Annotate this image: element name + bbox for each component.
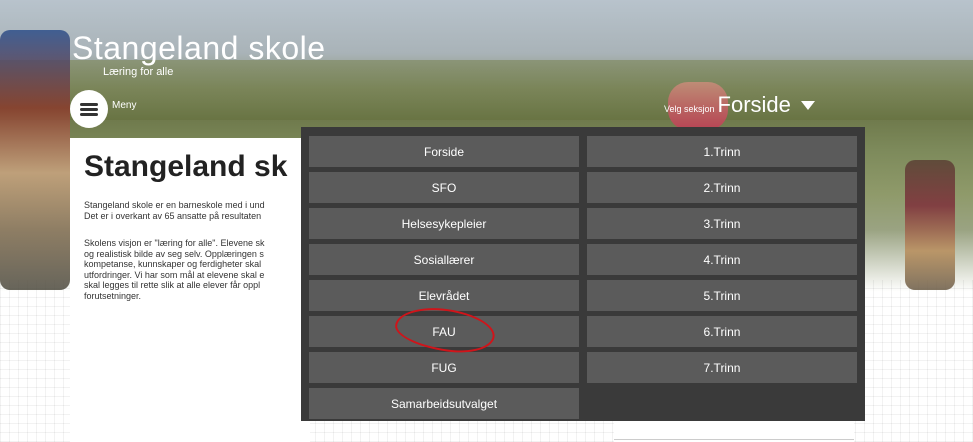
dropdown-item-trinn-2[interactable]: 2.Trinn <box>587 172 857 203</box>
dropdown-item-sosiallaerer[interactable]: Sosiallærer <box>309 244 579 275</box>
dropdown-item-trinn-3[interactable]: 3.Trinn <box>587 208 857 239</box>
intro-card: Stangeland sk Stangeland skole er en bar… <box>70 138 310 442</box>
photo-child-right <box>905 160 955 290</box>
intro-paragraph-1: Stangeland skole er en barneskole med i … <box>84 200 265 221</box>
dropdown-item-trinn-1[interactable]: 1.Trinn <box>587 136 857 167</box>
hamburger-icon <box>80 103 98 116</box>
section-picker[interactable]: Velg seksjon Forside <box>664 92 815 118</box>
page-title: Stangeland sk <box>84 150 288 183</box>
dropdown-item-samarbeidsutvalget[interactable]: Samarbeidsutvalget <box>309 388 579 419</box>
dropdown-item-forside[interactable]: Forside <box>309 136 579 167</box>
dropdown-item-elevradet[interactable]: Elevrådet <box>309 280 579 311</box>
caret-down-icon[interactable] <box>800 100 815 110</box>
intro-paragraph-2: Skolens visjon er "læring for alle". Ele… <box>84 238 265 301</box>
dropdown-item-trinn-4[interactable]: 4.Trinn <box>587 244 857 275</box>
section-dropdown: Forside SFO Helsesykepleier Sosiallærer … <box>301 127 865 421</box>
divider <box>614 439 854 440</box>
section-picker-prefix: Velg seksjon <box>664 104 715 114</box>
photo-child-left <box>0 30 70 290</box>
dropdown-item-fau[interactable]: FAU <box>309 316 579 347</box>
dropdown-item-trinn-5[interactable]: 5.Trinn <box>587 280 857 311</box>
dropdown-item-helsesykepleier[interactable]: Helsesykepleier <box>309 208 579 239</box>
menu-label[interactable]: Meny <box>112 100 136 111</box>
dropdown-item-trinn-6[interactable]: 6.Trinn <box>587 316 857 347</box>
dropdown-item-sfo[interactable]: SFO <box>309 172 579 203</box>
dropdown-item-trinn-7[interactable]: 7.Trinn <box>587 352 857 383</box>
site-subtitle: Læring for alle <box>103 66 174 78</box>
dropdown-item-fug[interactable]: FUG <box>309 352 579 383</box>
menu-button[interactable] <box>70 90 108 128</box>
site-title[interactable]: Stangeland skole <box>72 30 326 67</box>
section-picker-current[interactable]: Forside <box>718 92 791 118</box>
